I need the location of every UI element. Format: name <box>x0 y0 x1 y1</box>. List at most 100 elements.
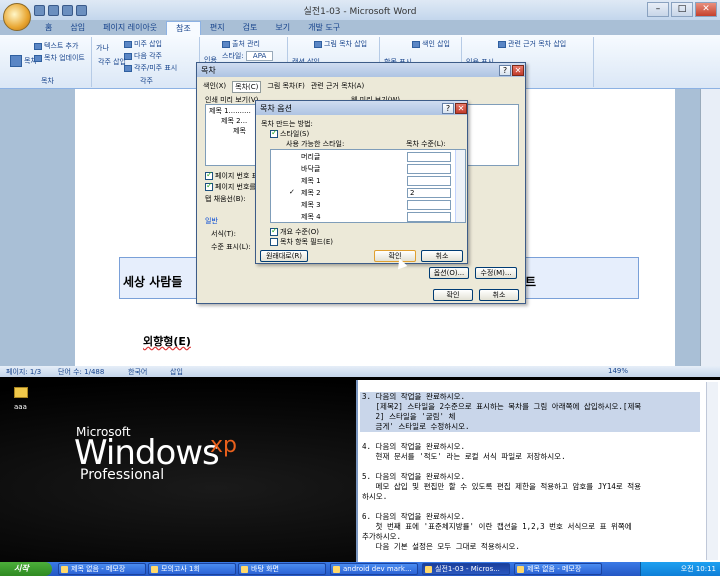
tab-insert[interactable]: 삽입 <box>61 21 94 35</box>
notepad-text[interactable]: 3. 다음의 작업을 완료하시오. [제목2] 스타일을 2수준으로 표시하는 … <box>362 392 702 552</box>
style-row[interactable]: 머리글 <box>271 152 455 163</box>
notepad-line: 2] 스타일을 '굴림' 체 <box>362 412 456 421</box>
style-level-field[interactable]: 2 <box>407 188 451 198</box>
taskbar-task[interactable]: 제목 없음 - 메모장 <box>514 563 602 575</box>
toc-close-button[interactable]: ✕ <box>512 65 524 76</box>
reset-button[interactable]: 원래대로(R) <box>260 250 308 262</box>
style-name: 제목 2 <box>301 189 321 197</box>
taskbar-task[interactable]: 바탕 화면 <box>238 563 326 575</box>
tab-home[interactable]: 홈 <box>36 21 61 35</box>
style-select[interactable]: APA <box>245 51 274 61</box>
style-row[interactable]: 제목 4 <box>271 212 455 223</box>
tab-view[interactable]: 보기 <box>266 21 299 35</box>
options-dialog-title: 목차 옵션 <box>256 101 467 115</box>
toc-group-label: 목차 <box>41 77 54 85</box>
desktop-icon-label[interactable]: aaa <box>14 403 27 411</box>
word-count[interactable]: 단어 수: 1/488 <box>58 367 104 377</box>
styles-checkbox[interactable]: 스타일(S) <box>270 128 309 139</box>
style-level-field[interactable] <box>407 164 451 174</box>
modify-button[interactable]: 수정(M)... <box>475 267 517 279</box>
taskbar-task[interactable]: 모의고사 1회 <box>148 563 236 575</box>
vertical-scrollbar[interactable] <box>700 89 720 366</box>
check-icon <box>205 181 213 191</box>
style-row[interactable]: 제목 3 <box>271 200 455 211</box>
notepad-line <box>362 462 702 472</box>
style-level-field[interactable] <box>407 200 451 210</box>
options-button[interactable]: 옵션(O)... <box>429 267 469 279</box>
tab-review[interactable]: 검토 <box>234 21 267 35</box>
clock[interactable]: 오전 10:11 <box>681 565 716 573</box>
insert-endnote-button[interactable]: 미주 삽입 <box>124 39 162 49</box>
minimize-button[interactable]: – <box>647 2 669 17</box>
preview-line-1: 제목 1.......... <box>209 107 251 115</box>
style-name: 제목 4 <box>301 213 321 221</box>
logo-edition: Professional <box>80 467 165 483</box>
add-text-button[interactable]: 텍스트 추가 <box>34 41 78 51</box>
folder-icon[interactable] <box>14 387 28 398</box>
tab-index[interactable]: 색인(X) <box>203 81 226 93</box>
tab-figures[interactable]: 그림 목차(F) <box>267 81 304 93</box>
insert-mode[interactable]: 삽입 <box>170 367 183 377</box>
outline-levels-checkbox[interactable]: 개요 수준(O) <box>270 226 319 237</box>
notepad-scrollbar[interactable] <box>706 382 718 560</box>
options-help-button[interactable]: ? <box>442 103 454 114</box>
style-row[interactable]: 제목 1 <box>271 176 455 187</box>
insert-toc-figures-button[interactable]: 그림 목차 삽입 <box>314 39 367 49</box>
notepad-line: 현재 문서를 '적도' 라는 로컬 서식 파일로 저장하시오. <box>362 452 566 461</box>
tab-toc[interactable]: 목차(C) <box>232 81 262 93</box>
page-indicator[interactable]: 페이지: 1/3 <box>6 367 41 377</box>
notepad-line: [제목2] 스타일을 2수준으로 표시하는 목차를 그림 아래쪽에 삽입하시오.… <box>362 402 642 411</box>
tab-page-layout[interactable]: 페이지 레이아웃 <box>94 21 166 35</box>
style-name: 제목 1 <box>301 177 321 185</box>
next-footnote-button[interactable]: 다음 각주 <box>124 51 162 61</box>
toc-ok-button[interactable]: 확인 <box>433 289 473 301</box>
close-button[interactable]: ✕ <box>695 2 717 17</box>
style-row[interactable]: 바닥글 <box>271 164 455 175</box>
toc-button[interactable]: 목차 <box>10 55 37 67</box>
index-icon <box>412 40 420 48</box>
options-cancel-button[interactable]: 취소 <box>421 250 463 262</box>
zoom-level[interactable]: 149% <box>608 367 628 375</box>
start-button[interactable]: 시작 <box>0 562 52 576</box>
help-button[interactable]: ? <box>499 65 511 76</box>
style-row[interactable]: ✓ 제목 2 2 <box>271 188 455 199</box>
style-level-field[interactable] <box>407 152 451 162</box>
show-notes-button[interactable]: 각주/미주 표시 <box>124 63 177 73</box>
sources-icon <box>222 40 230 48</box>
taskbar-task[interactable]: 제목 없음 - 메모장 <box>58 563 146 575</box>
styles-list[interactable]: 머리글 바닥글 제목 1 ✓ 제목 2 2 제목 3 제목 4 <box>270 149 466 223</box>
build-from-label: 목차 만드는 방법: <box>261 120 313 128</box>
check-icon <box>205 170 213 180</box>
right-align-numbers[interactable]: 페이지 번호를 <box>205 181 256 192</box>
style-level-field[interactable] <box>407 212 451 222</box>
maximize-button[interactable]: □ <box>671 2 693 17</box>
footnote-large-label[interactable]: 각주 삽입 <box>98 57 126 67</box>
format-label: 서식(T): <box>211 230 236 238</box>
taskbar-task[interactable]: 실전1-03 - Micros... <box>422 563 510 575</box>
update-toc-button[interactable]: 목차 업데이트 <box>34 53 85 63</box>
system-tray: 오전 10:11 <box>640 562 720 576</box>
notepad-line: 첫 번째 표에 '표준체지방률' 이란 캡션을 1,2,3 번호 서식으로 표 … <box>362 522 632 531</box>
taskbar-task[interactable]: android dev mark... <box>330 563 418 575</box>
toc-dialog-tabs: 색인(X) 목차(C) 그림 목차(F) 관련 근거 목차(A) <box>203 81 364 93</box>
tab-developer[interactable]: 개발 도구 <box>299 21 349 35</box>
insert-footnote-large[interactable]: 가나 <box>96 43 109 53</box>
general-label: 일반 <box>205 217 218 225</box>
check-icon <box>270 226 278 236</box>
check-icon <box>270 238 278 246</box>
options-close-button[interactable]: ✕ <box>455 103 467 114</box>
footnote-group-label: 각주 <box>140 77 153 85</box>
footnote-group: 가나 미주 삽입 다음 각주 각주/미주 표시 각주 삽입 각주 <box>94 37 200 87</box>
insert-toa-button[interactable]: 관련 근거 목차 삽입 <box>498 39 566 49</box>
style-level-field[interactable] <box>407 176 451 186</box>
toc-cancel-button[interactable]: 취소 <box>479 289 519 301</box>
tab-references[interactable]: 참조 <box>166 21 201 35</box>
logo-xp: xp <box>210 433 237 458</box>
tab-toa[interactable]: 관련 근거 목차(A) <box>311 81 364 93</box>
language[interactable]: 한국어 <box>128 367 147 377</box>
entry-fields-checkbox[interactable]: 목차 항목 필드(E) <box>270 237 333 247</box>
manage-sources-button[interactable]: 출처 관리 <box>222 39 260 49</box>
insert-index-button[interactable]: 색인 삽입 <box>412 39 450 49</box>
tab-mailings[interactable]: 편지 <box>201 21 234 35</box>
styles-scrollbar[interactable] <box>455 150 465 222</box>
